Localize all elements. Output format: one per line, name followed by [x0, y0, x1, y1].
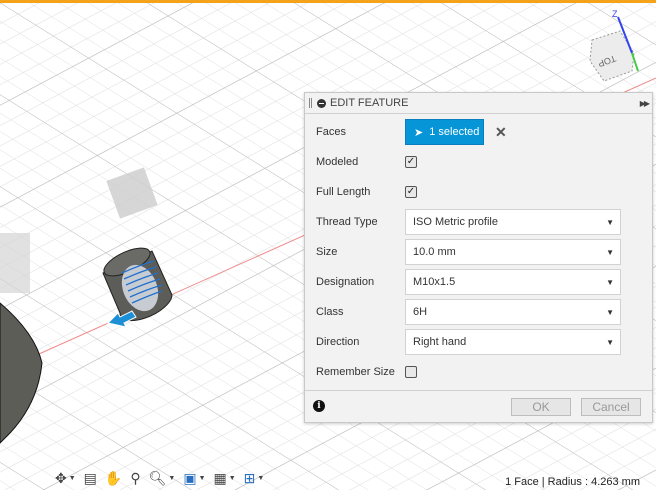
faces-row: Faces ➤ 1 selected ✕	[316, 119, 646, 145]
thread-type-label: Thread Type	[316, 216, 378, 228]
direction-dropdown[interactable]: Right hand ▼	[405, 329, 621, 355]
svg-text:Z: Z	[612, 9, 618, 19]
remember-size-checkbox[interactable]	[405, 366, 417, 378]
faces-selection-button[interactable]: ➤ 1 selected	[405, 119, 484, 145]
direction-value: Right hand	[413, 336, 467, 348]
full-length-checkbox[interactable]: ✓	[405, 186, 417, 198]
chevron-down-icon[interactable]: ▼	[168, 475, 175, 482]
chevron-down-icon: ▼	[606, 307, 614, 317]
expand-icon[interactable]: ▶▶	[640, 99, 650, 108]
faces-value: 1 selected	[429, 126, 480, 138]
drag-handle-icon[interactable]	[309, 98, 312, 108]
class-dropdown[interactable]: 6H ▼	[405, 299, 621, 325]
grid-icon[interactable]: ▦	[214, 470, 227, 487]
navigation-toolbar: ✥ ▼ ▤ ✋ ⚲ 🔍︎ ▼ ▣ ▼ ▦ ▼ ⊞ ▼	[55, 470, 264, 487]
size-value: 10.0 mm	[413, 246, 456, 258]
chevron-down-icon[interactable]: ▼	[69, 475, 76, 482]
panel-header: EDIT FEATURE ▶▶	[305, 93, 652, 114]
orbit-icon[interactable]: ✥	[55, 470, 67, 487]
ok-button[interactable]: OK	[511, 398, 571, 416]
designation-label: Designation	[316, 276, 375, 288]
size-label: Size	[316, 246, 338, 258]
edit-feature-panel: EDIT FEATURE ▶▶ Faces ➤ 1 selected ✕ Mode…	[304, 92, 653, 423]
chevron-down-icon: ▼	[606, 337, 614, 347]
clear-selection-icon[interactable]: ✕	[495, 124, 507, 141]
chevron-down-icon[interactable]: ▼	[229, 475, 236, 482]
size-dropdown[interactable]: 10.0 mm ▼	[405, 239, 621, 265]
zoom-icon[interactable]: ⚲	[130, 470, 140, 487]
fit-icon[interactable]: 🔍︎	[149, 470, 167, 487]
remember-size-label: Remember Size	[316, 366, 395, 378]
cancel-button[interactable]: Cancel	[581, 398, 641, 416]
viewports-icon[interactable]: ⊞	[244, 470, 256, 487]
full-length-label: Full Length	[316, 186, 371, 198]
info-icon[interactable]: i	[313, 400, 325, 412]
designation-value: M10x1.5	[413, 276, 456, 288]
cursor-icon: ➤	[414, 126, 424, 139]
pan-icon[interactable]: ✋	[105, 470, 122, 487]
status-readout: 1 Face | Radius : 4.263 mm	[505, 476, 640, 488]
chevron-down-icon[interactable]: ▼	[199, 475, 206, 482]
thread-type-dropdown[interactable]: ISO Metric profile ▼	[405, 209, 621, 235]
chevron-down-icon: ▼	[606, 277, 614, 287]
collapse-icon[interactable]	[317, 98, 326, 108]
class-label: Class	[316, 306, 344, 318]
chevron-down-icon[interactable]: ▼	[257, 475, 264, 482]
direction-label: Direction	[316, 336, 360, 348]
class-value: 6H	[413, 306, 428, 318]
thread-type-value: ISO Metric profile	[413, 216, 498, 228]
look-at-icon[interactable]: ▤	[84, 470, 97, 487]
chevron-down-icon: ▼	[606, 247, 614, 257]
modeled-label: Modeled	[316, 156, 359, 168]
panel-footer: i OK Cancel	[305, 390, 652, 423]
designation-dropdown[interactable]: M10x1.5 ▼	[405, 269, 621, 295]
faces-label: Faces	[316, 126, 346, 138]
chevron-down-icon: ▼	[606, 217, 614, 227]
panel-title: EDIT FEATURE	[330, 97, 409, 109]
display-settings-icon[interactable]: ▣	[183, 470, 196, 487]
modeled-checkbox[interactable]: ✓	[405, 156, 417, 168]
